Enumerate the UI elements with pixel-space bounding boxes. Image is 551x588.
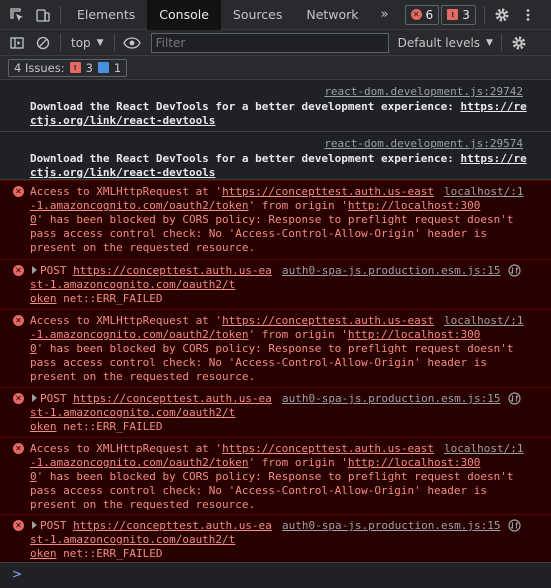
- issue-flag-icon: !: [447, 9, 459, 20]
- console-messages: react-dom.development.js:29742 Download …: [0, 80, 551, 562]
- error-icon: ✕: [13, 443, 24, 454]
- message-source-link[interactable]: localhost/:1: [444, 442, 523, 456]
- inspect-element-icon[interactable]: [4, 0, 30, 30]
- error-text-line: -1.amazoncognito.com/oauth2/token' from …: [30, 199, 481, 212]
- console-message-error[interactable]: ✕ auth0-spa-js.production.esm.js:15 POST…: [0, 259, 551, 309]
- tab-network[interactable]: Network: [294, 0, 370, 30]
- error-text-line: pass access control check: No 'Access-Co…: [30, 227, 487, 240]
- error-flag-icon: !: [69, 62, 81, 73]
- error-text-line: 0' has been blocked by CORS policy: Resp…: [30, 342, 514, 355]
- clear-console-icon[interactable]: [30, 28, 56, 58]
- network-request-icon[interactable]: [508, 264, 521, 277]
- message-source-link[interactable]: auth0-spa-js.production.esm.js:15: [282, 519, 501, 533]
- message-link[interactable]: ctjs.org/link/react-devtools: [30, 114, 215, 128]
- console-settings-gear-icon[interactable]: [506, 28, 532, 58]
- error-text-line: present on the requested resource.: [30, 241, 256, 254]
- log-levels-dropdown[interactable]: Default levels ▼: [398, 36, 493, 50]
- error-link-line[interactable]: st-1.amazoncognito.com/oauth2/t: [30, 278, 235, 292]
- error-icon: ✕: [410, 9, 422, 20]
- more-options-icon[interactable]: [515, 0, 541, 30]
- error-text-line: -1.amazoncognito.com/oauth2/token' from …: [30, 328, 481, 341]
- issues-info-count: 1: [113, 60, 122, 75]
- console-message-error: ✕ localhost/:1 Access to XMLHttpRequest …: [0, 309, 551, 387]
- error-text-line: 0' has been blocked by CORS policy: Resp…: [30, 470, 514, 483]
- error-count-badge[interactable]: ✕ 6: [404, 4, 440, 25]
- error-text-line: Access to XMLHttpRequest at 'https://con…: [30, 185, 434, 198]
- error-text-line: pass access control check: No 'Access-Co…: [30, 484, 487, 497]
- error-icon: ✕: [13, 265, 24, 276]
- network-request-icon[interactable]: [508, 392, 521, 405]
- settings-gear-icon[interactable]: [489, 0, 515, 30]
- console-message-info: react-dom.development.js:29742 Download …: [0, 80, 551, 132]
- more-tabs-button[interactable]: »: [371, 7, 399, 22]
- error-text-line: oken net::ERR_FAILED: [30, 292, 163, 305]
- error-text-line: Access to XMLHttpRequest at 'https://con…: [30, 442, 434, 455]
- message-source-link[interactable]: auth0-spa-js.production.esm.js:15: [282, 392, 501, 406]
- error-text-line: POST https://concepttest.auth.us-ea: [32, 264, 272, 278]
- error-count: 6: [425, 7, 434, 22]
- toggle-sidebar-icon[interactable]: [4, 28, 30, 58]
- error-text-line: POST https://concepttest.auth.us-ea: [32, 392, 272, 406]
- error-link-line[interactable]: st-1.amazoncognito.com/oauth2/t: [30, 533, 235, 547]
- console-message-error[interactable]: ✕ auth0-spa-js.production.esm.js:15 POST…: [0, 514, 551, 562]
- console-toolbar: top ▼ Default levels ▼: [0, 30, 551, 56]
- device-toolbar-icon[interactable]: [30, 0, 56, 30]
- console-message-error[interactable]: ✕ auth0-spa-js.production.esm.js:15 POST…: [0, 387, 551, 437]
- error-text-line: POST https://concepttest.auth.us-ea: [32, 519, 272, 533]
- console-input-prompt[interactable]: >: [0, 562, 551, 588]
- error-icon: ✕: [13, 520, 24, 531]
- error-icon: ✕: [13, 393, 24, 404]
- chevron-down-icon: ▼: [96, 37, 104, 48]
- issues-label: 4 Issues:: [14, 60, 65, 75]
- error-text-line: oken net::ERR_FAILED: [30, 420, 163, 433]
- issue-count-badge[interactable]: ! 3: [441, 4, 476, 25]
- toolbar-divider: [113, 33, 115, 52]
- error-text-line: 0' has been blocked by CORS policy: Resp…: [30, 213, 514, 226]
- error-text-line: pass access control check: No 'Access-Co…: [30, 356, 487, 369]
- console-message-error: ✕ localhost/:1 Access to XMLHttpRequest …: [0, 437, 551, 514]
- expand-triangle-icon[interactable]: [32, 521, 37, 529]
- log-levels-label: Default levels: [397, 35, 481, 50]
- devtools-tab-bar: Elements Console Sources Network » ✕ 6 !…: [0, 0, 551, 30]
- message-text: Download the React DevTools for a better…: [30, 152, 527, 165]
- filter-input[interactable]: [150, 32, 389, 53]
- prompt-chevron-icon: >: [12, 567, 23, 581]
- message-source-link[interactable]: react-dom.development.js:29742: [324, 85, 523, 99]
- message-source-link[interactable]: auth0-spa-js.production.esm.js:15: [282, 264, 501, 278]
- expand-triangle-icon[interactable]: [32, 266, 37, 274]
- message-source-link[interactable]: react-dom.development.js:29574: [324, 137, 523, 151]
- error-text-line: present on the requested resource.: [30, 498, 256, 511]
- issues-button[interactable]: 4 Issues: ! 3 1: [8, 58, 128, 77]
- error-link-line[interactable]: st-1.amazoncognito.com/oauth2/t: [30, 406, 235, 420]
- toolbar-divider: [60, 5, 61, 24]
- issues-error-count: 3: [85, 60, 93, 75]
- tab-sources[interactable]: Sources: [221, 0, 294, 30]
- info-flag-icon: [97, 62, 109, 73]
- expand-triangle-icon[interactable]: [32, 394, 37, 402]
- live-expression-eye-icon[interactable]: [119, 28, 145, 58]
- message-source-link[interactable]: localhost/:1: [444, 185, 523, 199]
- toolbar-divider: [500, 33, 502, 52]
- context-label: top: [71, 35, 91, 50]
- context-selector[interactable]: top ▼: [65, 36, 110, 50]
- chevron-down-icon: ▼: [486, 37, 493, 48]
- message-text: Download the React DevTools for a better…: [30, 100, 527, 113]
- console-message-error: ✕ localhost/:1 Access to XMLHttpRequest …: [0, 180, 551, 259]
- error-text-line: -1.amazoncognito.com/oauth2/token' from …: [30, 456, 481, 469]
- network-request-icon[interactable]: [508, 519, 521, 532]
- error-text-line: present on the requested resource.: [30, 370, 256, 383]
- toolbar-divider: [483, 5, 485, 24]
- message-source-link[interactable]: localhost/:1: [444, 314, 523, 328]
- error-icon: ✕: [13, 315, 24, 326]
- message-link[interactable]: ctjs.org/link/react-devtools: [30, 166, 215, 180]
- tab-console[interactable]: Console: [147, 0, 221, 30]
- error-text-line: Access to XMLHttpRequest at 'https://con…: [30, 314, 434, 327]
- console-message-info: react-dom.development.js:29574 Download …: [0, 132, 551, 180]
- tab-elements[interactable]: Elements: [65, 0, 147, 30]
- toolbar-divider: [60, 33, 61, 52]
- issue-count: 3: [462, 7, 470, 22]
- error-icon: ✕: [13, 186, 24, 197]
- error-text-line: oken net::ERR_FAILED: [30, 547, 163, 560]
- issues-bar: 4 Issues: ! 3 1: [0, 56, 551, 80]
